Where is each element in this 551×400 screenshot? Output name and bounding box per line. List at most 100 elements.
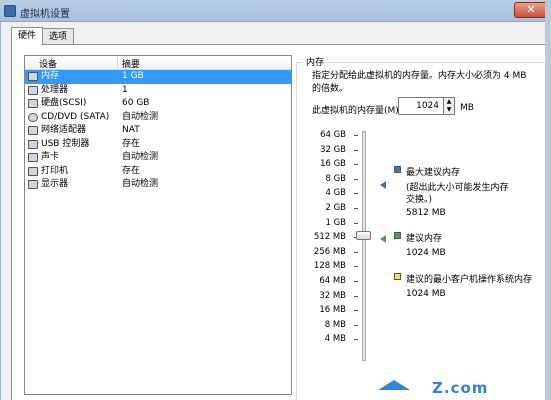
device-summary: 1 [122,84,128,95]
scale-tick-mark [354,178,358,180]
scale-tick-label: 2 GB [325,203,346,213]
device-row-display[interactable]: 显示器 自动检测 [25,178,291,192]
header-device[interactable]: 设备 [39,57,57,70]
memory-slider-thumb[interactable] [356,231,371,240]
device-summary: NAT [122,125,140,135]
device-name: 处理器 [41,84,69,95]
watermark-logo: Z.com [370,378,500,400]
device-name: 硬盘(SCSI) [41,98,87,108]
scale-tick-mark [354,266,358,268]
tab-hardware[interactable]: 硬件 [11,27,44,45]
recommended-legend-icon [394,232,401,239]
device-name: USB 控制器 [41,138,90,149]
scale-tick-label: 16 GB [320,159,346,170]
display-icon [28,180,38,189]
max-recommended-marker-icon [380,181,386,189]
scale-tick-mark [354,208,358,209]
device-row-memory[interactable]: 内存 1 GB [25,70,291,84]
guest-min-label: 建议的最小客户机操作系统内存 [406,275,533,285]
scale-tick-label: 16 MB [319,305,346,316]
recommended-label: 建议内存 [406,234,443,244]
memory-group: 内存 指定分配给此虚拟机的内存量。内存大小必须为 4 MB 的倍数。 此虚拟机的… [294,55,551,400]
window-title: 虚拟机设置 [20,9,70,20]
scale-tick-label: 128 MB [313,261,346,272]
network-adapter-icon [28,126,38,135]
printer-icon [28,166,38,176]
memory-group-title: 内存 [304,55,327,68]
scale-tick-mark [354,135,358,136]
device-summary: 自动检测 [122,179,159,189]
guest-min-legend-icon [394,273,401,280]
max-recommended-label: 最大建议内存 [406,168,461,178]
device-row-sound-card[interactable]: 声卡 自动检测 [25,151,291,165]
scale-tick-mark [354,281,358,282]
scale-tick-mark [354,295,358,297]
sound-card-icon [28,153,38,162]
memory-size-input[interactable] [398,97,444,115]
memory-description: 指定分配给此虚拟机的内存量。内存大小必须为 4 MB 的倍数。 [312,71,527,94]
device-row-cd-dvd[interactable]: CD/DVD (SATA) 自动检测 [25,111,291,125]
scale-tick-mark [354,324,358,326]
scale-tick-mark [354,222,358,224]
memory-icon [28,72,38,81]
scale-tick-label: 8 GB [325,173,346,184]
window-edge [545,0,551,400]
scale-tick-mark [354,193,358,195]
hard-disk-icon [28,99,38,108]
device-name: CD/DVD (SATA) [41,111,110,122]
scale-tick-label: 64 MB [319,276,346,286]
memory-unit: MB [460,103,474,113]
device-row-hard-disk[interactable]: 硬盘(SCSI) 60 GB [25,97,291,111]
device-summary: 存在 [122,165,141,176]
scale-tick-label: 8 MB [324,319,346,330]
device-name: 显示器 [41,179,69,189]
scale-tick-label: 4 MB [324,334,346,345]
device-summary: 1 GB [122,71,144,81]
device-list: 设备 摘要 内存 1 GB 处理器 1 硬盘(SCSI) 60 GB CD/DV… [24,55,292,395]
scale-tick-label: 64 GB [320,130,346,140]
scale-tick-mark [354,149,358,151]
device-summary: 60 GB [122,98,150,108]
recommended-value: 1024 MB [406,248,446,258]
scale-tick-label: 1 GB [325,217,346,228]
scale-tick-mark [354,339,358,341]
tab-options[interactable]: 选项 [42,28,75,45]
device-name: 打印机 [41,165,69,176]
memory-field-label: 此虚拟机的内存量(M): [312,106,402,116]
max-recommended-legend-icon [394,166,401,173]
device-row-printer[interactable]: 打印机 存在 [25,165,291,179]
scale-tick-mark [354,164,358,166]
usb-icon [28,139,38,149]
hardware-panel: 设备 摘要 内存 1 GB 处理器 1 硬盘(SCSI) 60 GB CD/DV… [11,44,551,400]
close-button[interactable]: ✕ [514,2,548,18]
app-icon [4,5,16,17]
device-name: 网络适配器 [41,125,87,135]
processor-icon [28,85,38,95]
device-summary: 存在 [122,138,141,149]
memory-spinner[interactable]: ▲ ▼ [444,97,455,115]
device-summary: 自动检测 [122,111,159,122]
recommended-marker-icon [380,235,386,243]
device-name: 声卡 [41,152,60,162]
device-row-usb[interactable]: USB 控制器 存在 [25,138,291,152]
list-header: 设备 摘要 [25,56,291,70]
scale-tick-label: 32 GB [320,144,346,155]
column-separator [117,56,118,70]
house-icon [378,380,410,390]
scale-tick-label: 512 MB [313,232,346,243]
dialog-body: 硬件 选项 设备 摘要 内存 1 GB 处理器 1 硬盘(SCSI) 60 GB [0,22,551,400]
device-row-processor[interactable]: 处理器 1 [25,84,291,98]
device-summary: 自动检测 [122,152,159,162]
watermark-text: Z.com [432,379,489,397]
memory-slider-track[interactable] [362,131,366,361]
header-summary[interactable]: 摘要 [122,57,140,70]
max-recommended-value: 5812 MB [406,208,446,218]
device-row-network-adapter[interactable]: 网络适配器 NAT [25,124,291,138]
guest-min-value: 1024 MB [406,289,446,299]
device-name: 内存 [41,71,60,81]
cd-dvd-icon [28,112,38,122]
title-bar: 虚拟机设置 ✕ [0,0,551,22]
max-recommended-note: (超出此大小可能发生内存交换。) [406,183,509,205]
scale-tick-mark [354,310,358,312]
scale-tick-mark [354,251,358,253]
